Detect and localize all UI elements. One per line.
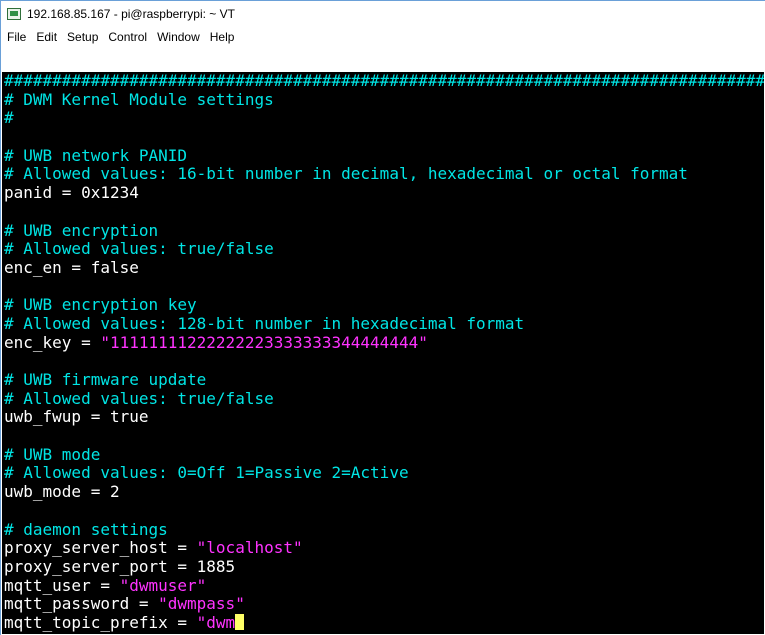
terminal-line-text: uwb_mode = 2 xyxy=(4,482,120,502)
menu-help[interactable]: Help xyxy=(210,30,235,44)
terminal-line: mqtt_topic_prefix = "dwm xyxy=(2,612,764,633)
title-bar[interactable]: 192.168.85.167 - pi@raspberrypi: ~ VT xyxy=(1,1,765,27)
terminal-content[interactable]: ########################################… xyxy=(2,72,764,634)
menu-edit[interactable]: Edit xyxy=(36,30,57,44)
terminal-line-text: # Allowed values: 128-bit number in hexa… xyxy=(4,313,525,333)
terminal-line-text: # UWB firmware update xyxy=(4,370,207,389)
terminal-line-text: # xyxy=(4,108,14,128)
terminal-line-text: enc_key = xyxy=(4,332,101,352)
terminal-line-text: # Allowed values: true/false xyxy=(4,388,274,408)
terminal-line-text: enc_en = false xyxy=(4,257,139,277)
terminal-line: # xyxy=(2,109,764,128)
terminal-line: enc_key = "11111111222222223333333344444… xyxy=(2,332,764,353)
string-value: "dwm xyxy=(196,612,236,632)
string-value: "dwmpass" xyxy=(158,594,245,614)
terminal-line: # Allowed values: 0=Off 1=Passive 2=Acti… xyxy=(2,464,764,483)
terminal-line-text: # daemon settings xyxy=(4,519,168,539)
menu-setup[interactable]: Setup xyxy=(67,30,98,44)
terminal-line-text: # UWB encryption xyxy=(4,220,159,240)
terminal-line-text: proxy_server_port = 1885 xyxy=(4,556,236,576)
terminal-line: # DWM Kernel Module settings xyxy=(2,89,764,110)
terminal-line: mqtt_user = "dwmuser" xyxy=(2,575,764,596)
terminal-window: 192.168.85.167 - pi@raspberrypi: ~ VT Fi… xyxy=(0,0,765,635)
terminal-line-text: # Allowed values: true/false xyxy=(4,239,274,259)
terminal-line: ########################################… xyxy=(2,72,764,91)
terminal-line: proxy_server_host = "localhost" xyxy=(2,538,764,558)
menu-file[interactable]: File xyxy=(7,30,26,44)
terminal-line: # Allowed values: 128-bit number in hexa… xyxy=(2,313,764,334)
terminal-line: enc_en = false xyxy=(2,257,764,278)
terminal-line-text: # UWB network PANID xyxy=(4,145,188,165)
terminal-line: # UWB mode xyxy=(2,444,764,465)
terminal-line-text: # UWB encryption key xyxy=(4,295,197,315)
terminal-window-icon xyxy=(7,8,21,20)
terminal-line: proxy_server_port = 1885 xyxy=(2,556,764,577)
terminal-line: # daemon settings xyxy=(2,519,764,540)
terminal-line: # UWB network PANID xyxy=(2,145,764,166)
terminal-line-text: mqtt_topic_prefix = xyxy=(4,612,197,632)
terminal-line-text: # Allowed values: 0=Off 1=Passive 2=Acti… xyxy=(4,463,409,483)
terminal-line-text: panid = 0x1234 xyxy=(4,183,139,203)
string-value: "dwmuser" xyxy=(119,575,207,595)
terminal-line: uwb_fwup = true xyxy=(2,408,764,427)
text-cursor xyxy=(235,613,245,630)
window-title: 192.168.85.167 - pi@raspberrypi: ~ VT xyxy=(27,7,235,21)
terminal-line-text: uwb_fwup = true xyxy=(4,407,149,427)
terminal-line: # UWB encryption key xyxy=(2,295,764,315)
string-value: "localhost" xyxy=(196,538,303,558)
terminal-line-text: proxy_server_host = xyxy=(4,538,197,558)
terminal-line: mqtt_password = "dwmpass" xyxy=(2,594,764,614)
menu-control[interactable]: Control xyxy=(108,30,147,44)
terminal-line: # Allowed values: true/false xyxy=(2,388,764,409)
terminal-line-text: # UWB mode xyxy=(4,444,101,464)
terminal-line-text: # Allowed values: 16-bit number in decim… xyxy=(4,164,688,184)
menu-window[interactable]: Window xyxy=(157,30,200,44)
terminal-line-text: mqtt_password = xyxy=(4,594,159,614)
terminal-line-text: # DWM Kernel Module settings xyxy=(4,89,274,109)
terminal-line: # UWB firmware update xyxy=(2,370,764,390)
terminal-line: panid = 0x1234 xyxy=(2,183,764,203)
terminal-line: # Allowed values: true/false xyxy=(2,239,764,259)
menu-bar: File Edit Setup Control Window Help xyxy=(1,27,765,47)
terminal-line: # UWB encryption xyxy=(2,220,764,241)
terminal-line-text: ########################################… xyxy=(4,72,764,90)
terminal-line: # Allowed values: 16-bit number in decim… xyxy=(2,165,764,184)
terminal-line: uwb_mode = 2 xyxy=(2,482,764,502)
string-value: "11111111222222223333333344444444" xyxy=(100,332,428,352)
terminal-line-text: mqtt_user = xyxy=(4,575,120,595)
